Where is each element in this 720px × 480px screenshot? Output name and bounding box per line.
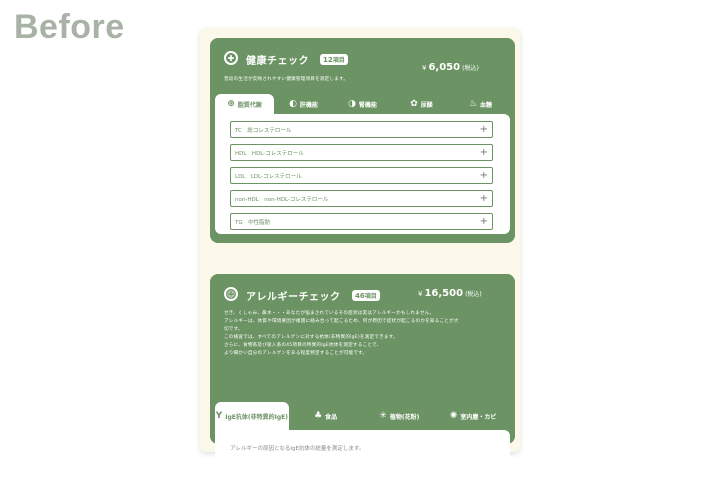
allergy-description-line: 切です。 xyxy=(224,327,243,332)
blood-sugar-icon: ♨ xyxy=(468,98,478,109)
accordion-item[interactable]: non-HDL non-HDL-コレステロール + xyxy=(230,190,493,207)
allergy-price-tax: (税込) xyxy=(465,291,482,298)
allergy-face-icon: ☺ xyxy=(224,287,238,301)
allergy-description-line: さらに、食物系及び吸入系の45項目の特異的IgE抗体を測定することで、 xyxy=(224,343,382,348)
health-check-icon: ✚ xyxy=(224,51,238,65)
allergy-check-title: アレルギーチェック xyxy=(246,292,341,303)
tab-ige[interactable]: Y IgE抗体(非特異的IgE) xyxy=(215,402,289,430)
tab-food-label: 食品 xyxy=(325,413,338,421)
allergy-description-line: せき、くしゃみ、鼻水・・・あなたが悩まされているその症状は実はアレルギーかもしれ… xyxy=(224,311,435,316)
plus-icon: + xyxy=(479,215,488,227)
tab-indoor-mold[interactable]: ✺ 室内塵・カビ xyxy=(436,402,510,430)
tab-ige-label: IgE抗体(非特異的IgE) xyxy=(225,413,289,421)
accordion-item[interactable]: TG 中性脂肪 + xyxy=(230,213,493,230)
health-count-badge: 12項目 xyxy=(320,54,348,65)
liver-icon: ◐ xyxy=(289,98,297,109)
health-check-panel: ✚ 健康チェック 12項目 ¥6,050 (税込) 普段の生活が反映されやすい健康… xyxy=(210,38,515,243)
health-count: 12 xyxy=(323,56,333,64)
health-price: ¥6,050 (税込) xyxy=(422,62,479,73)
tab-lipid-label: 脂質代謝 xyxy=(237,101,262,109)
health-price-tax: (税込) xyxy=(462,65,479,72)
allergy-description-line: この検査では、すべてのアレルゲンに対する抗体(非特異的IgE)を測定できます。 xyxy=(224,335,398,340)
tab-kidney[interactable]: ◑ 腎機能 xyxy=(333,94,392,114)
food-icon: ♣ xyxy=(314,410,323,421)
plus-icon: + xyxy=(479,123,488,135)
plant-pollen-icon: ✳ xyxy=(379,410,387,421)
accordion-item-label: TC 総コレステロール xyxy=(235,127,292,134)
plus-icon: + xyxy=(479,169,488,181)
accordion-item[interactable]: TC 総コレステロール + xyxy=(230,121,493,138)
tab-plant-pollen[interactable]: ✳ 植物(花粉) xyxy=(363,402,437,430)
kidney-icon: ◑ xyxy=(348,98,356,109)
health-price-yen: ¥ xyxy=(422,64,427,72)
plus-icon: + xyxy=(479,146,488,158)
ige-antibody-icon: Y xyxy=(215,410,223,421)
accordion-item[interactable]: HDL HDL-コレステロール + xyxy=(230,144,493,161)
health-price-value: 6,050 xyxy=(428,62,461,73)
uric-acid-icon: ✿ xyxy=(410,98,418,109)
accordion-item-label: non-HDL non-HDL-コレステロール xyxy=(235,196,329,203)
tab-uric-acid[interactable]: ✿ 尿酸 xyxy=(392,94,451,114)
health-tab-content: TC 総コレステロール + HDL HDL-コレステロール + LDL LDL-… xyxy=(215,114,510,234)
accordion-item[interactable]: LDL LDL-コレステロール + xyxy=(230,167,493,184)
allergy-count-unit: 項目 xyxy=(364,293,377,300)
health-description: 普段の生活が反映されやすい健康管理項目を測定します。 xyxy=(224,77,349,82)
allergy-tab-content: アレルギーの原因となるIgE抗体の総量を測定します。 xyxy=(215,430,510,468)
accordion-item-label: TG 中性脂肪 xyxy=(235,219,271,226)
tab-blood-sugar-label: 血糖 xyxy=(480,101,493,109)
lipid-icon: ⊕ xyxy=(227,98,235,109)
tab-blood-sugar[interactable]: ♨ 血糖 xyxy=(451,94,510,114)
allergy-count: 46 xyxy=(355,292,365,300)
allergy-price: ¥16,500 (税込) xyxy=(418,288,482,299)
allergy-tabs: Y IgE抗体(非特異的IgE) ♣ 食品 ✳ 植物(花粉) ✺ 室内塵・カビ xyxy=(215,402,510,430)
allergy-description: せき、くしゃみ、鼻水・・・あなたが悩まされているその症状は実はアレルギーかもしれ… xyxy=(224,310,459,358)
allergy-price-value: 16,500 xyxy=(424,288,464,299)
accordion-item-label: LDL LDL-コレステロール xyxy=(235,173,302,180)
health-tabs: ⊕ 脂質代謝 ◐ 肝機能 ◑ 腎機能 ✿ 尿酸 ♨ 血糖 xyxy=(215,94,510,114)
allergy-count-badge: 46項目 xyxy=(352,290,380,301)
health-count-unit: 項目 xyxy=(332,57,345,64)
plus-icon: + xyxy=(479,192,488,204)
health-check-title: 健康チェック xyxy=(246,56,309,67)
tab-kidney-label: 腎機能 xyxy=(358,101,377,109)
tab-liver-label: 肝機能 xyxy=(299,101,318,109)
tab-indoor-mold-label: 室内塵・カビ xyxy=(460,413,497,421)
tab-lipid[interactable]: ⊕ 脂質代謝 xyxy=(215,94,274,114)
tab-food[interactable]: ♣ 食品 xyxy=(289,402,363,430)
indoor-mold-icon: ✺ xyxy=(449,410,458,421)
allergy-content-text: アレルギーの原因となるIgE抗体の総量を測定します。 xyxy=(230,446,365,452)
allergy-description-line: アレルギーは、体質や環境要因が複雑に絡み合って起こるため、何が原因で症状が起こる… xyxy=(224,319,459,324)
allergy-check-panel: ☺ アレルギーチェック 46項目 ¥16,500 (税込) せき、くしゃみ、鼻水・… xyxy=(210,274,515,468)
tab-plant-pollen-label: 植物(花粉) xyxy=(389,413,420,421)
tab-liver[interactable]: ◐ 肝機能 xyxy=(274,94,333,114)
before-label: Before xyxy=(14,8,125,46)
accordion-item-label: HDL HDL-コレステロール xyxy=(235,150,304,157)
tab-uric-acid-label: 尿酸 xyxy=(420,101,433,109)
allergy-description-line: より細かい自分のアレルゲンをある程度特定することが可能です。 xyxy=(224,351,368,356)
allergy-price-yen: ¥ xyxy=(418,290,423,298)
product-sheet: ✚ 健康チェック 12項目 ¥6,050 (税込) 普段の生活が反映されやすい健康… xyxy=(200,28,520,468)
